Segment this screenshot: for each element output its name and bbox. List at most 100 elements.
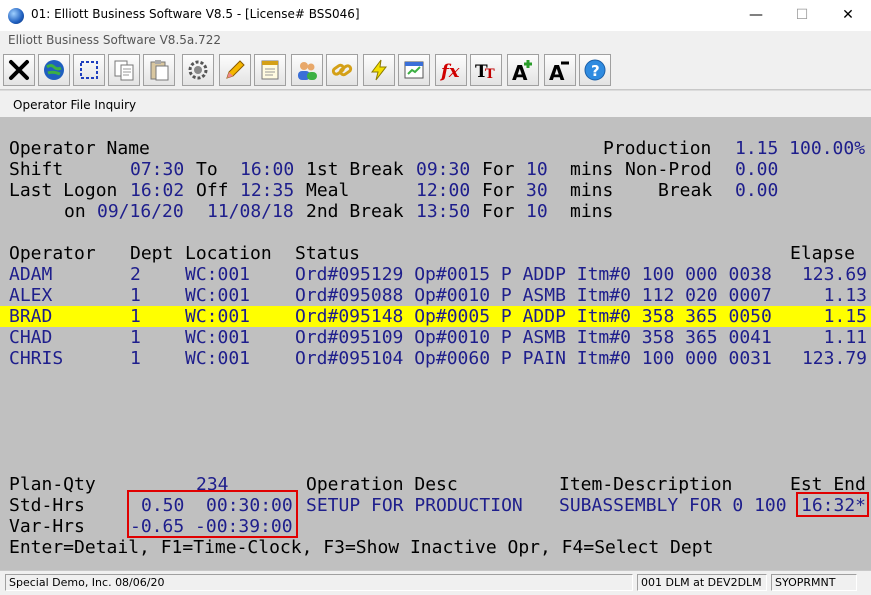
operation-desc-value: SETUP FOR PRODUCTION xyxy=(306,495,523,516)
row-location: WC:001 xyxy=(185,327,251,348)
select-button[interactable] xyxy=(73,54,105,86)
operation-desc-label: Operation Desc xyxy=(306,474,458,495)
first-break-label: 1st Break xyxy=(306,159,404,180)
est-end-annotation-box xyxy=(796,492,869,517)
row-elapsed: 1.11 xyxy=(823,327,867,348)
first-break-time: 09:30 xyxy=(416,159,471,180)
function-icon: fx xyxy=(439,61,460,82)
toolbar: fx TT A A ? xyxy=(0,51,871,90)
row-dept: 1 xyxy=(130,285,141,306)
row-operator: ALEX xyxy=(9,285,53,306)
paste-icon xyxy=(150,60,169,81)
status-user: 001 DLM at DEV2DLM xyxy=(637,574,767,591)
break-value: 0.00 xyxy=(735,180,779,201)
plan-qty-label: Plan-Qty xyxy=(9,474,96,495)
inner-window-title: Operator File Inquiry xyxy=(13,98,137,112)
function-key-hint: Enter=Detail, F1=Time-Clock, F3=Show Ina… xyxy=(9,537,714,558)
svg-text:?: ? xyxy=(591,62,600,80)
row-status: Ord#095148 Op#0005 P ADDP Itm#0 358 365 … xyxy=(295,306,772,327)
last-logon-label: Last Logon xyxy=(9,180,118,201)
edit-button[interactable] xyxy=(219,54,251,86)
to-label: To xyxy=(196,159,218,180)
terminal-screen[interactable]: Operator Name Production 1.15 100.00% Sh… xyxy=(0,117,871,570)
increase-font-button[interactable]: A xyxy=(507,54,539,86)
row-elapsed: 123.79 xyxy=(801,348,867,369)
meal-for-label: For xyxy=(482,180,515,201)
inner-window-title-bar: Operator File Inquiry xyxy=(0,90,871,118)
notepad-icon xyxy=(261,60,279,80)
meal-mins: 30 xyxy=(526,180,548,201)
link-button[interactable] xyxy=(326,54,358,86)
copy-button[interactable] xyxy=(108,54,140,86)
paste-button[interactable] xyxy=(143,54,175,86)
production-value: 1.15 100.00% xyxy=(735,138,866,159)
close-button[interactable]: ✕ xyxy=(825,0,871,31)
first-break-for-label: For xyxy=(482,159,515,180)
users-icon xyxy=(298,62,317,80)
help-button[interactable]: ? xyxy=(579,54,611,86)
decrease-font-button[interactable]: A xyxy=(544,54,576,86)
row-dept: 2 xyxy=(130,264,141,285)
column-header-operator: Operator xyxy=(9,243,96,264)
users-button[interactable] xyxy=(291,54,323,86)
svg-text:fx: fx xyxy=(439,61,460,82)
column-header-elapsed: Elapse xyxy=(790,243,856,264)
second-break-mins: 10 xyxy=(526,201,548,222)
column-header-location: Location xyxy=(185,243,272,264)
break-label: Break xyxy=(658,180,713,201)
row-elapsed: 1.15 xyxy=(823,306,867,327)
row-elapsed: 123.69 xyxy=(801,264,867,285)
var-hrs-label: Var-Hrs xyxy=(9,516,85,537)
row-status: Ord#095129 Op#0015 P ADDP Itm#0 100 000 … xyxy=(295,264,772,285)
non-prod-value: 0.00 xyxy=(735,159,779,180)
row-status: Ord#095109 Op#0010 P ASMB Itm#0 358 365 … xyxy=(295,327,772,348)
settings-icon xyxy=(188,60,208,80)
row-dept: 1 xyxy=(130,348,141,369)
on-label: on xyxy=(64,201,86,222)
off-date: 11/08/18 xyxy=(207,201,294,222)
minimize-button[interactable]: — xyxy=(733,0,779,31)
second-break-label: 2nd Break xyxy=(306,201,404,222)
exit-button[interactable] xyxy=(3,54,35,86)
notepad-button[interactable] xyxy=(254,54,286,86)
decrease-font-icon: A xyxy=(549,61,569,82)
globe-button[interactable] xyxy=(38,54,70,86)
font-size-icon: TT xyxy=(475,62,495,82)
row-status: Ord#095104 Op#0060 P PAIN Itm#0 100 000 … xyxy=(295,348,772,369)
meal-time: 12:00 xyxy=(416,180,471,201)
shift-end: 16:00 xyxy=(240,159,295,180)
off-time: 12:35 xyxy=(240,180,295,201)
lightning-button[interactable] xyxy=(363,54,395,86)
settings-button[interactable] xyxy=(182,54,214,86)
maximize-button[interactable]: ☐ xyxy=(779,0,825,31)
svg-text:T: T xyxy=(485,67,495,82)
copy-icon xyxy=(114,60,134,81)
shift-start: 07:30 xyxy=(130,159,185,180)
row-elapsed: 1.13 xyxy=(823,285,867,306)
last-logon-time: 16:02 xyxy=(130,180,185,201)
meal-label: Meal xyxy=(306,180,350,201)
non-prod-label: Non-Prod xyxy=(625,159,712,180)
std-hrs-label: Std-Hrs xyxy=(9,495,85,516)
edit-icon xyxy=(226,60,245,79)
help-icon: ? xyxy=(584,59,606,81)
first-break-mins: 10 xyxy=(526,159,548,180)
increase-font-icon: A xyxy=(512,60,532,82)
report-button[interactable] xyxy=(398,54,430,86)
column-header-dept: Dept xyxy=(130,243,174,264)
app-version-bar: Elliott Business Software V8.5a.722 xyxy=(0,31,871,51)
app-icon xyxy=(8,8,24,24)
font-size-button[interactable]: TT xyxy=(470,54,502,86)
window-title: 01: Elliott Business Software V8.5 - [Li… xyxy=(31,7,360,21)
item-desc-value: SUBASSEMBLY FOR 0 100 xyxy=(559,495,787,516)
operator-name-label: Operator Name xyxy=(9,138,150,159)
status-company: Special Demo, Inc. 08/06/20 xyxy=(5,574,633,591)
meal-mins-label: mins xyxy=(570,180,614,201)
row-operator: BRAD xyxy=(9,306,53,327)
row-location: WC:001 xyxy=(185,348,251,369)
exit-icon xyxy=(9,60,29,80)
lightning-icon xyxy=(371,59,388,81)
function-button[interactable]: fx xyxy=(435,54,467,86)
row-location: WC:001 xyxy=(185,285,251,306)
row-dept: 1 xyxy=(130,327,141,348)
